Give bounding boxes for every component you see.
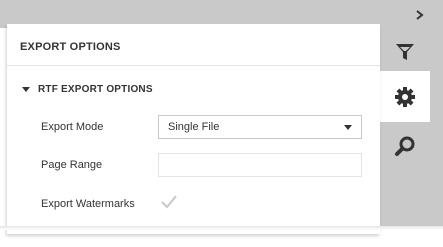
bottom-edge-shadow [0,226,443,230]
export-watermarks-label: Export Watermarks [41,198,135,210]
rtf-section-header[interactable]: RTF EXPORT OPTIONS [22,82,153,96]
chevron-down-icon [344,125,352,130]
export-options-panel: EXPORT OPTIONS RTF EXPORT OPTIONS Export… [7,24,380,234]
gear-icon [395,86,415,107]
divider [7,65,380,66]
page-range-input[interactable] [158,153,362,177]
page-range-label: Page Range [41,159,103,171]
collapse-triangle-icon [22,86,30,92]
section-title: RTF EXPORT OPTIONS [38,83,153,95]
tab-export-options[interactable] [380,71,430,122]
checkmark-icon [161,195,177,209]
export-mode-value: Single File [168,121,220,133]
search-icon [395,136,415,156]
tab-search[interactable] [380,120,430,171]
export-watermarks-checkbox[interactable] [159,192,179,212]
tab-parameters[interactable] [380,26,430,77]
document-viewer-panel-frame: EXPORT OPTIONS RTF EXPORT OPTIONS Export… [0,0,443,247]
export-mode-label: Export Mode [41,121,104,133]
export-mode-dropdown[interactable]: Single File [158,115,362,139]
chevron-right-icon[interactable] [414,9,426,21]
filter-icon [396,43,414,60]
panel-title: EXPORT OPTIONS [20,41,121,53]
